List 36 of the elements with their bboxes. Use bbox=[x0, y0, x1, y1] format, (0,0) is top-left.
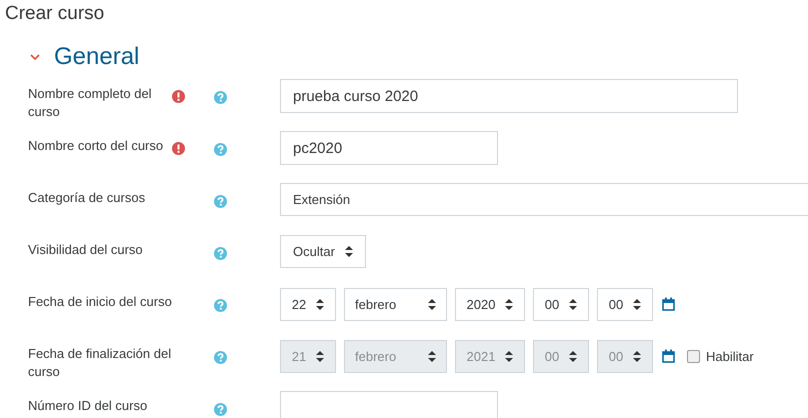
sort-caret-icon bbox=[633, 350, 642, 362]
sort-caret-icon bbox=[316, 298, 324, 310]
help-icon[interactable] bbox=[214, 247, 227, 260]
section-title: General bbox=[54, 43, 140, 71]
date-select[interactable]: 22 bbox=[280, 288, 336, 320]
sort-caret-icon bbox=[505, 350, 514, 362]
sort-caret-icon bbox=[428, 350, 436, 362]
help-icon[interactable] bbox=[214, 403, 227, 416]
sort-caret-icon bbox=[344, 246, 353, 257]
date-select[interactable]: febrero bbox=[344, 288, 447, 320]
page-title: Crear curso bbox=[4, 2, 106, 26]
calendar-icon[interactable] bbox=[662, 297, 675, 311]
sort-caret-icon bbox=[569, 350, 578, 362]
field-label: Categoría de cursos bbox=[28, 189, 146, 207]
sort-caret-icon bbox=[569, 298, 578, 310]
help-icon[interactable] bbox=[214, 299, 227, 312]
field-label: Nombre corto del curso bbox=[28, 137, 164, 155]
sort-caret-icon bbox=[505, 298, 514, 310]
date-select[interactable]: 00 bbox=[597, 288, 653, 320]
select-field[interactable]: Extensión bbox=[280, 183, 808, 216]
text-field[interactable] bbox=[280, 391, 498, 418]
field-label: Número ID del curso bbox=[28, 397, 148, 415]
help-icon[interactable] bbox=[214, 195, 227, 208]
sort-caret-icon bbox=[428, 298, 436, 310]
help-icon[interactable] bbox=[214, 143, 227, 156]
chevron-icon[interactable] bbox=[30, 53, 40, 61]
select-field[interactable]: Ocultar bbox=[280, 235, 366, 268]
date-select[interactable]: 00 bbox=[533, 288, 589, 320]
sort-caret-icon bbox=[316, 350, 324, 362]
sort-caret-icon bbox=[633, 298, 642, 310]
field-label: Visibilidad del curso bbox=[28, 241, 144, 259]
date-select[interactable]: 2020 bbox=[455, 288, 525, 320]
help-icon[interactable] bbox=[214, 91, 227, 104]
field-label: Fecha de inicio del curso bbox=[28, 293, 172, 311]
text-field[interactable]: prueba curso 2020 bbox=[280, 79, 738, 113]
text-field[interactable]: pc2020 bbox=[280, 131, 498, 165]
